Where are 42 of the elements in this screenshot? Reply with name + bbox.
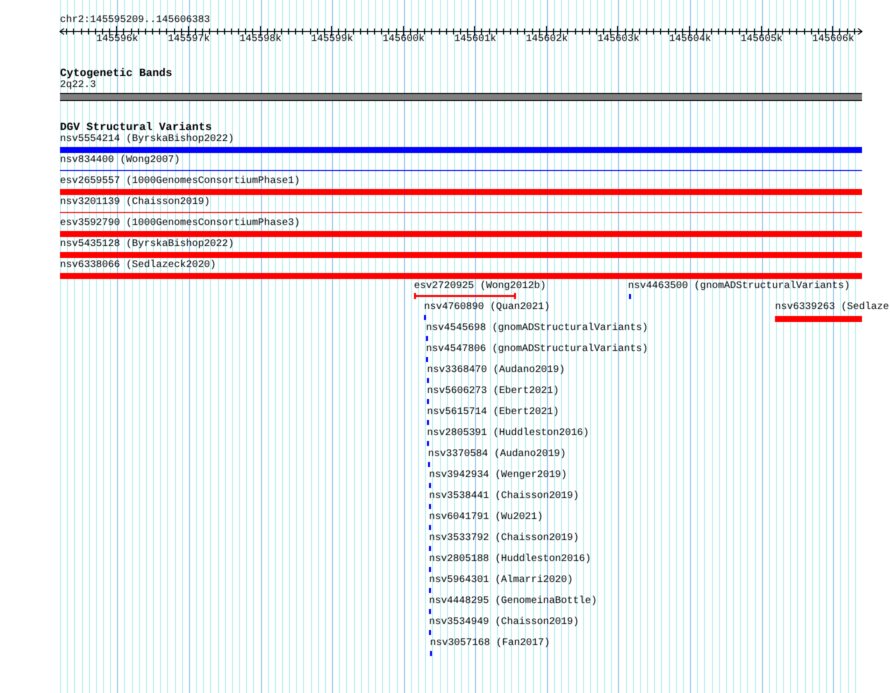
location-label: chr2:145595209..145606383 [60,15,210,27]
feature-label: nsv4448295 (GenomeinaBottle) [429,596,598,608]
feature-label: nsv6041791 (Wu2021) [429,512,544,524]
tick-label: 145598k [238,34,282,46]
tick-label: 145605k [740,34,784,46]
feature-label: nsv4547806 (gnomADStructuralVariants) [426,344,648,356]
feature-label: nsv4463500 (gnomADStructuralVariants) [628,281,850,293]
feature-label: nsv6339263 (Sedlaze [775,302,890,314]
tick-label: 145596k [95,34,140,46]
feature-label: nsv5964301 (Almarri2020) [429,575,574,587]
tick-label: 145604k [668,34,712,46]
feature-label: nsv2805391 (Huddleston2016) [427,428,590,440]
feature-label: esv2659557 (1000GenomesConsortiumPhase1) [60,176,300,188]
feature-label: nsv3538441 (Chaisson2019) [429,491,580,503]
feature-label: nsv3368470 (Audano2019) [427,365,566,377]
feature-label: nsv6338066 (Sedlazeck2020) [60,260,216,272]
tick-label: 145599k [310,34,354,46]
feature-label: nsv3534949 (Chaisson2019) [429,617,580,629]
feature-label: esv3592790 (1000GenomesConsortiumPhase3) [60,218,300,230]
tick-label: 145597k [166,34,211,46]
feature-label: nsv834400 (Wong2007) [60,155,180,167]
feature-label: nsv3370584 (Audano2019) [428,449,566,461]
tick-label: 145600k [382,34,426,46]
feature-label: esv2720925 (Wong2012b) [414,281,546,293]
feature-label: nsv4760890 (Quan2021) [424,302,550,314]
feature-label: nsv2805188 (Huddleston2016) [429,554,592,566]
feature-label: nsv4545698 (gnomADStructuralVariants) [426,323,648,335]
tick-label: 145603k [596,34,640,46]
track-title: Cytogenetic Bands [60,68,172,80]
feature-label: nsv3533792 (Chaisson2019) [429,533,580,545]
feature-label: nsv3942934 (Wenger2019) [429,470,568,482]
feature-label: nsv3057168 (Fan2017) [430,638,550,650]
feature-label: nsv3201139 (Chaisson2019) [60,197,210,209]
tick-label: 145606k [811,34,856,46]
feature-label: nsv5554214 (ByrskaBishop2022) [60,134,234,146]
feature-label: nsv5606273 (Ebert2021) [427,386,560,398]
track-title: DGV Structural Variants [60,122,212,134]
tick-label: 145602k [524,34,569,46]
tick-label: 145601k [453,34,498,46]
feature-label: 2q22.3 [60,80,96,92]
feature-label: nsv5615714 (Ebert2021) [427,407,560,419]
feature-label: nsv5435128 (ByrskaBishop2022) [60,239,234,251]
